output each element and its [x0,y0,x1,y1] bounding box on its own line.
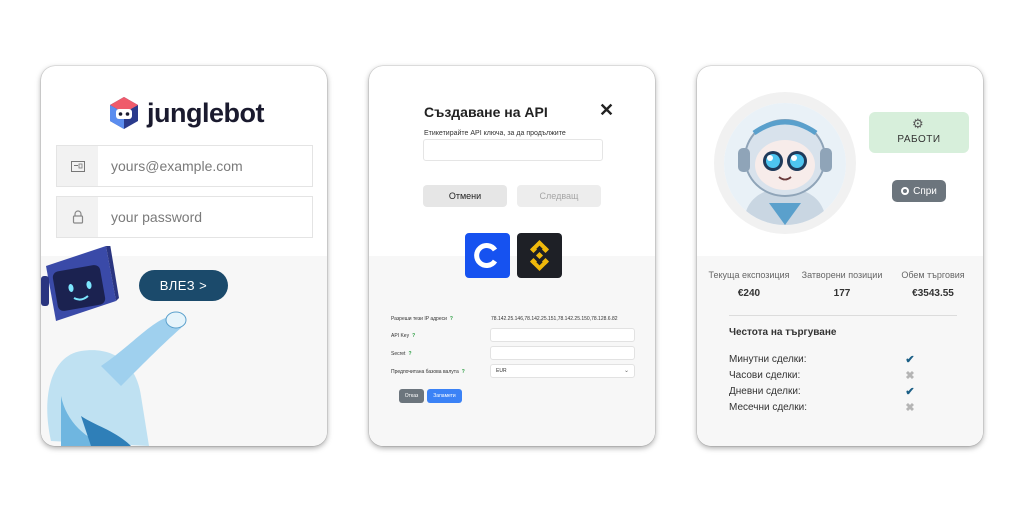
close-icon[interactable]: ✕ [599,100,614,121]
save-button[interactable]: Запамети [427,389,462,403]
password-field[interactable] [56,196,313,238]
lock-icon [57,197,98,237]
password-input[interactable] [98,197,312,237]
bot-card: РАБОТИ ⚙ Спри Текуща експозиция €240 Зат… [697,66,983,446]
stop-icon [901,187,910,195]
api-label-input[interactable] [423,139,603,161]
api-modal-title: Създаване на API [424,104,548,120]
api-key-label: API Key? [391,333,416,339]
help-icon[interactable]: ? [408,351,411,357]
coinbase-icon[interactable] [465,233,510,278]
help-icon[interactable]: ? [462,369,465,375]
allow-ip-value: 78.142.25.146,78.142.25.151,78.142.25.15… [491,316,618,322]
currency-select[interactable]: EUR ⌄ [490,364,635,378]
stat-label-exposure: Текуща експозиция [708,270,790,280]
cross-icon: ✖ [905,370,915,382]
freq-row-minute: Минутни сделки: [729,354,807,365]
email-field[interactable] [56,145,313,187]
avatar [724,103,846,225]
freq-row-hourly: Часови сделки: [729,370,801,381]
junglebot-logo: junglebot [107,96,264,130]
small-cancel-button[interactable]: Отказ [399,389,424,403]
brand-name: junglebot [147,97,264,128]
stat-value-exposure: €240 [737,288,761,299]
divider [729,315,957,316]
api-key-input[interactable] [490,328,635,342]
secret-input[interactable] [490,346,635,360]
stat-label-volume: Обем търговия [901,270,965,280]
robot-avatar-illustration [724,103,846,225]
api-modal-subtitle: Етикетирайте API ключа, за да продължите [424,130,566,137]
email-input[interactable] [98,146,312,186]
stop-label: Спри [913,185,937,197]
binance-icon[interactable] [517,233,562,278]
help-icon[interactable]: ? [412,333,415,339]
envelope-icon [57,146,98,186]
secret-label: Secret? [391,351,412,357]
freq-row-monthly: Месечни сделки: [729,402,807,413]
login-card: junglebot ВЛЕЗ > [41,66,327,446]
stat-value-closed-positions: 177 [833,288,851,299]
chevron-down-icon: ⌄ [623,368,629,374]
stat-label-closed-positions: Затворени позиции [801,270,883,280]
cancel-button[interactable]: Отмени [423,185,507,207]
currency-label: Предпочитана базова валута? [391,369,465,375]
stat-value-volume: €3543.55 [912,288,954,299]
api-card: Създаване на API ✕ Етикетирайте API ключ… [369,66,655,446]
gear-icon: ⚙ [912,116,924,131]
trading-frequency-title: Честота на търгуване [729,327,837,338]
robot-mascot-illustration [41,246,187,446]
bot-lower-background [697,256,983,446]
currency-value: EUR [496,368,507,374]
allow-ip-label: Разреши тези IP адреси? [391,316,453,322]
cross-icon: ✖ [905,402,915,414]
freq-row-daily: Дневни сделки: [729,386,801,397]
help-icon[interactable]: ? [450,316,453,322]
robot-head-logo-icon [110,97,138,129]
stop-button[interactable]: Спри [892,180,946,202]
next-button[interactable]: Следващ [517,185,601,207]
check-icon: ✔ [905,386,915,398]
check-icon: ✔ [905,354,915,366]
